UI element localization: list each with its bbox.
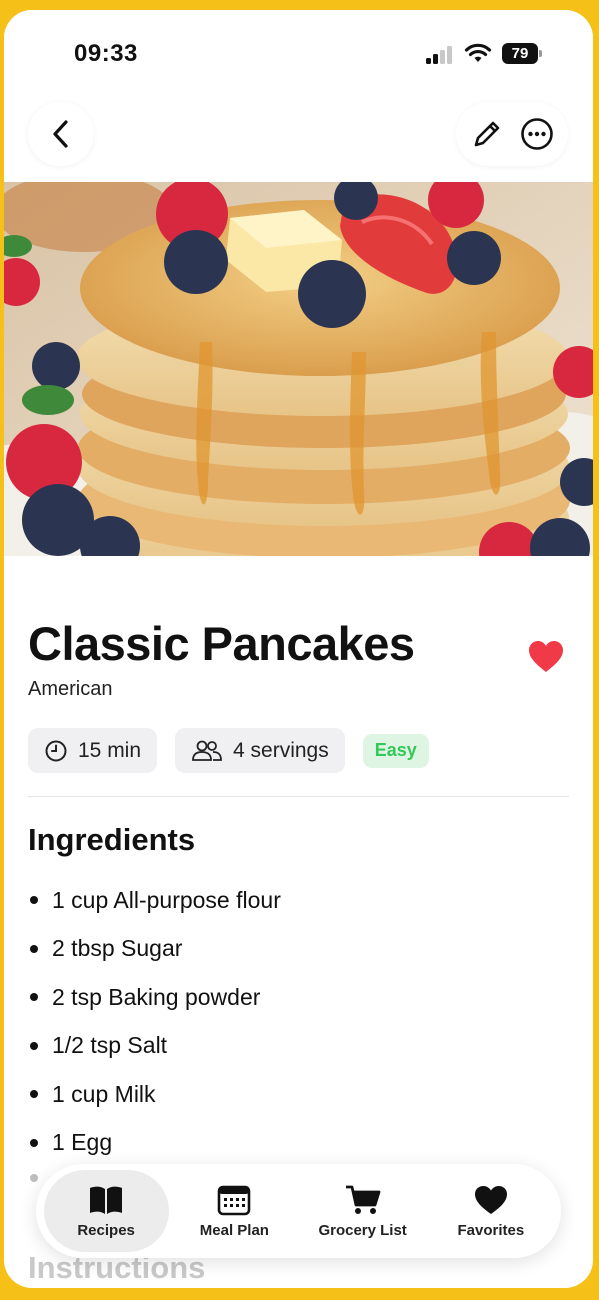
bullet-icon [30, 944, 38, 953]
recipe-meta-chips: 15 min 4 servings Easy [28, 728, 429, 773]
chevron-left-icon [53, 120, 68, 148]
bullet-icon [30, 1138, 38, 1147]
tab-grocery-list[interactable]: Grocery List [300, 1170, 425, 1252]
bullet-icon [30, 1174, 38, 1182]
time-chip: 15 min [28, 728, 158, 773]
ingredient-item: 2 tbsp Sugar [28, 925, 281, 974]
status-time: 09:33 [74, 40, 138, 67]
phone-screen: 09:33 79 Classic Pancakes American 15 mi… [4, 10, 593, 1288]
servings-chip: 4 servings [175, 728, 345, 773]
people-icon [192, 740, 222, 761]
back-button[interactable] [28, 102, 94, 166]
recipe-hero-image [4, 182, 593, 556]
wifi-icon [464, 43, 492, 62]
ingredient-item: 2 tsp Baking powder [28, 973, 281, 1022]
tab-label: Favorites [457, 1221, 525, 1239]
recipe-title: Classic Pancakes [28, 617, 415, 670]
difficulty-badge: Easy [362, 733, 429, 768]
time-value: 15 min [78, 738, 142, 762]
tab-label: Meal Plan [199, 1221, 269, 1239]
ingredient-item: 1/2 tsp Salt [28, 1022, 281, 1071]
recipe-cuisine: American [28, 678, 113, 700]
tab-favorites[interactable]: Favorites [428, 1170, 553, 1252]
bullet-icon [30, 896, 38, 905]
edit-button[interactable] [467, 114, 507, 154]
more-button[interactable] [517, 114, 557, 154]
divider [28, 796, 569, 797]
tab-recipes[interactable]: Recipes [43, 1170, 169, 1252]
servings-value: 4 servings [233, 738, 329, 762]
tab-meal-plan[interactable]: Meal Plan [172, 1170, 297, 1252]
calendar-icon [218, 1185, 251, 1215]
bullet-icon [30, 1041, 38, 1050]
actions-pill [456, 102, 568, 166]
ingredients-list: 1 cup All-purpose flour 2 tbsp Sugar 2 t… [28, 876, 281, 1167]
status-bar: 09:33 79 [4, 10, 593, 100]
pencil-icon [474, 121, 500, 147]
ingredients-heading: Ingredients [28, 822, 196, 857]
heart-icon [474, 1185, 507, 1214]
cart-icon [345, 1185, 381, 1214]
ingredient-item: 1 cup All-purpose flour [28, 876, 281, 925]
favorite-heart-icon[interactable] [528, 640, 564, 674]
tab-bar: Recipes Meal Plan Grocery List Favorites [36, 1164, 561, 1258]
ingredient-item: 1 cup Milk [28, 1070, 281, 1119]
book-icon [90, 1186, 123, 1214]
cellular-signal-icon [426, 44, 456, 64]
ingredient-item: 1 Egg [28, 1119, 281, 1168]
battery-indicator: 79 [502, 43, 542, 64]
bullet-icon [30, 993, 38, 1002]
clock-icon [45, 740, 67, 761]
tab-label: Recipes [77, 1221, 135, 1239]
bullet-icon [30, 1090, 38, 1099]
ellipsis-circle-icon [521, 118, 553, 150]
tab-label: Grocery List [318, 1221, 407, 1239]
